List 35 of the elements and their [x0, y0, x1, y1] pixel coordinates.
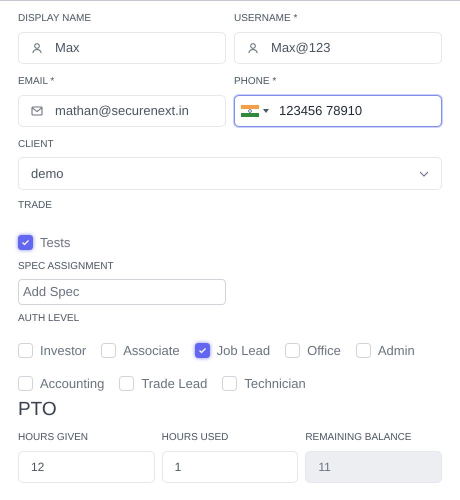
- input-field[interactable]: 123456 78910: [234, 95, 442, 127]
- field-label: PHONE *: [234, 75, 278, 89]
- field-label: REMAINING BALANCE: [305, 430, 412, 444]
- field-value: 123456 78910: [279, 102, 362, 120]
- field-value: Max@123: [271, 39, 330, 58]
- select-field[interactable]: demo: [18, 157, 442, 190]
- field-label: HOURS USED: [162, 430, 230, 444]
- input-field[interactable]: Max: [18, 32, 226, 64]
- input-field: 11: [305, 450, 442, 482]
- checkbox-label[interactable]: Admin: [378, 340, 415, 360]
- select-value: demo: [31, 164, 64, 183]
- field-label: AUTH LEVEL: [18, 312, 80, 326]
- checkbox-label[interactable]: Tests: [40, 233, 70, 252]
- field-label: USERNAME *: [234, 12, 298, 26]
- input-field[interactable]: Add Spec: [18, 278, 226, 304]
- field-label: HOURS GIVEN: [18, 430, 90, 444]
- field-label: DISPLAY NAME: [18, 12, 92, 26]
- field-value: mathan@securenext.in: [55, 102, 189, 120]
- checkbox-label[interactable]: Office: [307, 340, 341, 360]
- input-field[interactable]: Max@123: [234, 32, 442, 64]
- input-field[interactable]: 1: [162, 450, 298, 482]
- input-field[interactable]: 12: [18, 450, 155, 482]
- field-label: TRADE: [18, 199, 53, 213]
- checkbox-label[interactable]: Trade Lead: [141, 374, 208, 394]
- section-heading: PTO: [18, 398, 58, 422]
- checkbox-label[interactable]: Investor: [40, 340, 86, 360]
- field-label: SPEC ASSIGNMENT: [18, 260, 115, 274]
- checkbox-label[interactable]: Technician: [244, 374, 306, 394]
- field-label: CLIENT: [18, 138, 55, 152]
- checkbox-label[interactable]: Associate: [123, 340, 180, 360]
- field-label: EMAIL *: [18, 75, 56, 89]
- checkbox-label[interactable]: Accounting: [40, 374, 104, 394]
- field-value: Max: [55, 39, 80, 58]
- checkbox-label[interactable]: Job Lead: [216, 340, 270, 360]
- input-field[interactable]: mathan@securenext.in: [18, 95, 226, 127]
